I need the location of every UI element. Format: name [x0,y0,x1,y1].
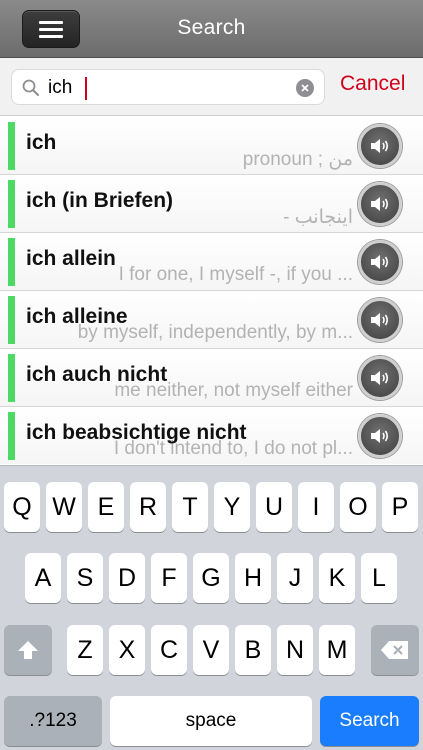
speaker-icon[interactable] [358,240,402,284]
key-o[interactable]: O [340,482,376,532]
shift-key[interactable] [4,625,52,675]
speaker-icon[interactable] [358,356,402,400]
entry-definition: - اینجانب [283,207,353,228]
key-f[interactable]: F [151,553,187,603]
key-u[interactable]: U [256,482,292,532]
entry-term: ich (in Briefen) [26,189,174,212]
key-a[interactable]: A [25,553,61,603]
clear-text-icon[interactable] [296,79,314,97]
list-item[interactable]: ich pronoun ; من [0,117,423,175]
list-item[interactable]: ich allein I for one, I myself -, if you… [0,233,423,291]
key-q[interactable]: Q [4,482,40,532]
list-item[interactable]: ich beabsichtige nicht I don't intend to… [0,407,423,464]
key-m[interactable]: M [319,625,355,675]
key-j[interactable]: J [277,553,313,603]
row-accent-bar [8,412,15,460]
entry-term: ich allein [26,247,116,270]
list-item[interactable]: ich (in Briefen) - اینجانب [0,175,423,233]
key-t[interactable]: T [172,482,208,532]
search-bar: Cancel [0,58,423,116]
key-n[interactable]: N [277,625,313,675]
entry-term: ich [26,131,57,154]
list-item[interactable]: ich auch nicht me neither, not myself ei… [0,349,423,407]
entry-definition: pronoun ; من [242,149,353,170]
list-item[interactable]: ich alleine by myself, independently, by… [0,291,423,349]
key-z[interactable]: Z [67,625,103,675]
key-i[interactable]: I [298,482,334,532]
page-title: Search [177,16,246,39]
key-c[interactable]: C [151,625,187,675]
key-l[interactable]: L [361,553,397,603]
speaker-icon[interactable] [358,124,402,168]
row-accent-bar [8,296,15,344]
key-b[interactable]: B [235,625,271,675]
key-g[interactable]: G [193,553,229,603]
speaker-icon[interactable] [358,182,402,226]
key-d[interactable]: D [109,553,145,603]
key-v[interactable]: V [193,625,229,675]
backspace-key[interactable] [371,625,419,675]
key-x[interactable]: X [109,625,145,675]
speaker-icon[interactable] [358,298,402,342]
entry-term: ich beabsichtige nicht [26,421,247,444]
entry-term: ich alleine [26,305,128,328]
row-accent-bar [8,238,15,286]
row-accent-bar [8,122,15,170]
entry-definition: I for one, I myself -, if you ... [118,264,353,285]
on-screen-keyboard: Q W E R T Y U I O P A S D F G H J K L Z … [0,465,423,750]
cancel-button[interactable]: Cancel [340,72,405,96]
shift-arrow-icon [18,641,38,659]
search-input[interactable] [48,75,288,101]
search-key[interactable]: Search [320,696,419,746]
search-field[interactable] [11,69,325,105]
key-p[interactable]: P [382,482,418,532]
search-icon [22,79,39,96]
entry-term: ich auch nicht [26,363,168,386]
row-accent-bar [8,180,15,228]
nav-bar: Search [0,0,423,58]
key-h[interactable]: H [235,553,271,603]
space-key[interactable]: space [110,696,312,746]
speaker-icon[interactable] [358,414,402,458]
results-list: ich pronoun ; من ich (in Briefen) - اینج… [0,117,423,464]
key-w[interactable]: W [46,482,82,532]
key-k[interactable]: K [319,553,355,603]
backspace-icon [381,641,408,659]
key-s[interactable]: S [67,553,103,603]
key-r[interactable]: R [130,482,166,532]
text-cursor [85,77,87,100]
key-e[interactable]: E [88,482,124,532]
row-accent-bar [8,354,15,402]
numbers-key[interactable]: .?123 [4,696,102,746]
key-y[interactable]: Y [214,482,250,532]
